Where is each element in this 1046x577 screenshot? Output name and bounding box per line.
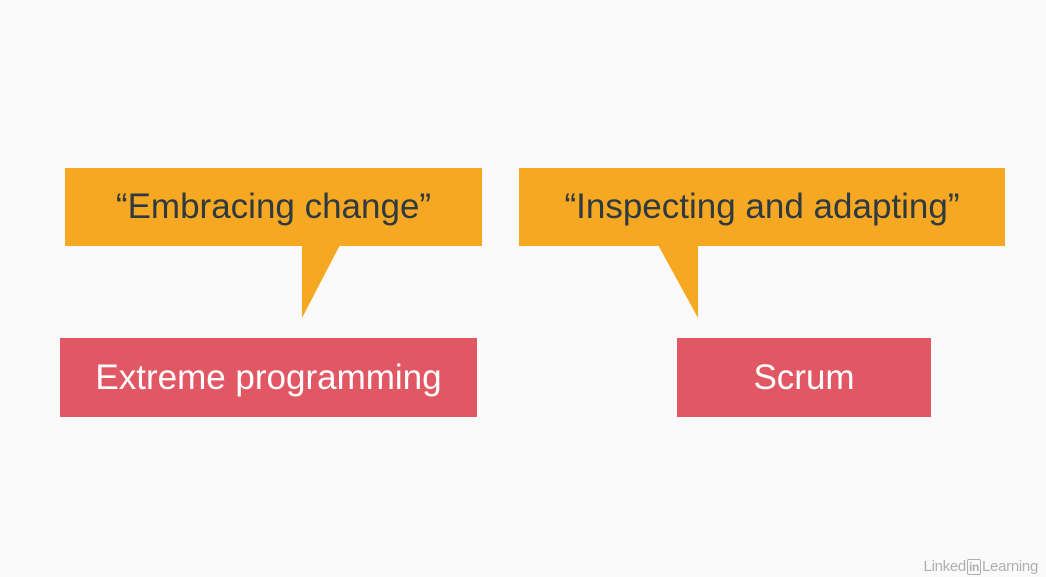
logo-prefix: Linked [923,558,967,575]
term-extreme-programming: Extreme programming [95,357,442,397]
quote-inspecting-adapting: “Inspecting and adapting” [564,187,960,226]
quote-embracing-change: “Embracing change” [115,187,432,226]
term-scrum: Scrum [753,357,855,397]
speech-bubble-inspecting-adapting: “Inspecting and adapting” [519,168,1005,246]
term-box-extreme-programming: Extreme programming [60,338,477,417]
speech-bubble-embracing-change: “Embracing change” [65,168,482,246]
speech-bubble-tail-right [658,245,698,318]
linkedin-learning-logo: Linked in Learning [923,558,1039,575]
term-box-scrum: Scrum [677,338,931,417]
linkedin-in-icon: in [966,558,982,575]
logo-suffix: Learning [982,558,1038,575]
speech-bubble-tail-left [302,245,340,318]
